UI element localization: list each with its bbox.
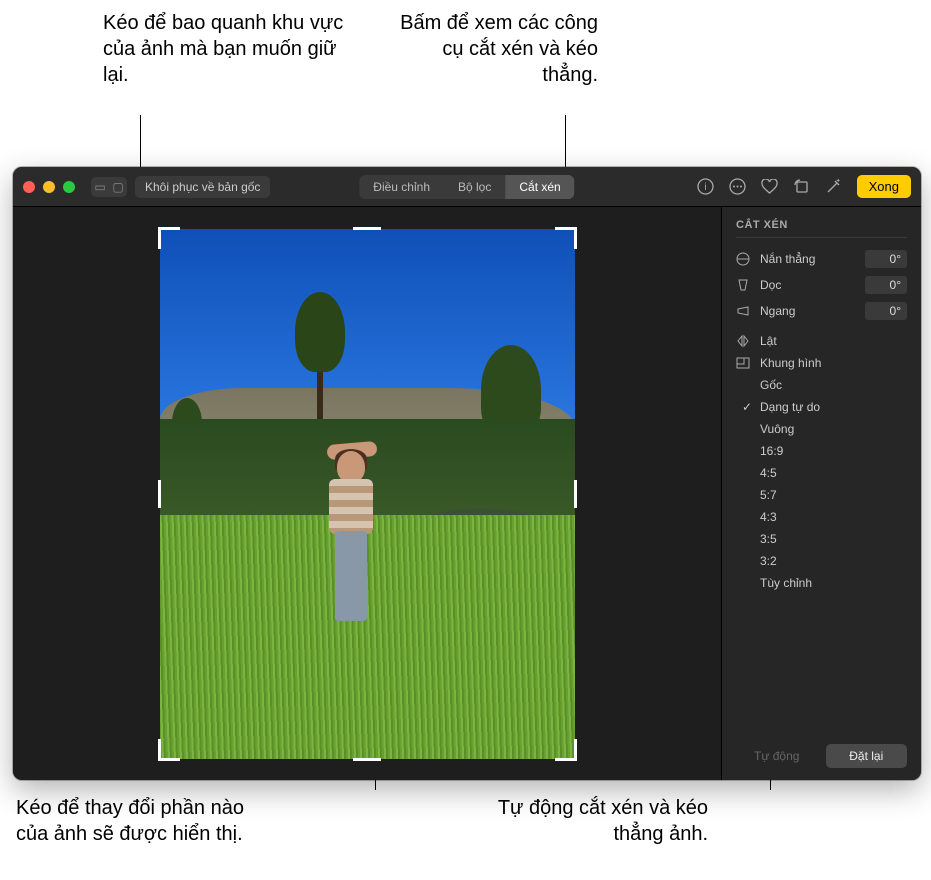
crop-handle-bottom-left[interactable]: [158, 739, 180, 761]
callout-crop-corner: Kéo để bao quanh khu vực của ảnh mà bạn …: [103, 10, 363, 88]
rotate-icon[interactable]: [793, 178, 811, 196]
crop-frame[interactable]: [160, 229, 575, 759]
aspect-3-5[interactable]: 3:5: [736, 528, 907, 550]
info-icon[interactable]: i: [697, 178, 715, 196]
crop-handle-top-right[interactable]: [555, 227, 577, 249]
leader-line: [565, 115, 566, 175]
single-view-icon: ▢: [109, 177, 127, 197]
sidebar-footer: Tự động Đặt lại: [736, 734, 907, 768]
aspect-5-7[interactable]: 5:7: [736, 484, 907, 506]
straighten-row[interactable]: Nắn thẳng 0°: [736, 246, 907, 272]
flip-icon: [736, 334, 752, 348]
aspect-freeform[interactable]: Dạng tự do: [736, 396, 907, 418]
toolbar: ▭ ▢ Khôi phục về bản gốc Điều chỉnh Bộ l…: [13, 167, 921, 207]
crop-sidebar: CẮT XÉN Nắn thẳng 0° Dọc 0° Ngang 0° Lật: [721, 207, 921, 780]
callout-auto: Tự động cắt xén và kéo thẳng ảnh.: [448, 795, 708, 847]
view-mode-toggle[interactable]: ▭ ▢: [91, 177, 127, 197]
straighten-value: 0°: [865, 250, 907, 268]
crop-handle-right[interactable]: [574, 480, 577, 508]
close-button[interactable]: [23, 181, 35, 193]
aspect-16-9[interactable]: 16:9: [736, 440, 907, 462]
aspect-4-3[interactable]: 4:3: [736, 506, 907, 528]
crop-handle-top[interactable]: [353, 227, 381, 230]
favorite-icon[interactable]: [761, 178, 779, 196]
minimize-button[interactable]: [43, 181, 55, 193]
editor-body: CẮT XÉN Nắn thẳng 0° Dọc 0° Ngang 0° Lật: [13, 207, 921, 780]
aspect-header-row: Khung hình: [736, 352, 907, 374]
svg-text:i: i: [705, 182, 707, 193]
vertical-value: 0°: [865, 276, 907, 294]
flip-label: Lật: [760, 334, 907, 348]
crop-handle-bottom[interactable]: [353, 758, 381, 761]
callout-crop-edge: Kéo để thay đổi phần nào của ảnh sẽ được…: [16, 795, 276, 847]
window-controls: [23, 181, 75, 193]
fullscreen-button[interactable]: [63, 181, 75, 193]
aspect-icon: [736, 357, 752, 369]
tab-adjust[interactable]: Điều chỉnh: [359, 175, 444, 199]
auto-button[interactable]: Tự động: [736, 744, 818, 768]
horizontal-row[interactable]: Ngang 0°: [736, 298, 907, 324]
toolbar-right: i Xong: [697, 175, 911, 198]
auto-enhance-icon[interactable]: [825, 178, 843, 196]
flip-row[interactable]: Lật: [736, 330, 907, 352]
vertical-label: Dọc: [760, 278, 857, 292]
photo-canvas: [13, 207, 721, 780]
reset-button[interactable]: Đặt lại: [826, 744, 908, 768]
vertical-perspective-icon: [736, 278, 752, 292]
vertical-row[interactable]: Dọc 0°: [736, 272, 907, 298]
crop-handle-left[interactable]: [158, 480, 161, 508]
callout-crop-tab: Bấm để xem các công cụ cắt xén và kéo th…: [398, 10, 598, 88]
revert-button[interactable]: Khôi phục về bản gốc: [135, 176, 270, 198]
horizontal-perspective-icon: [736, 304, 752, 318]
done-button[interactable]: Xong: [857, 175, 911, 198]
crop-handle-bottom-right[interactable]: [555, 739, 577, 761]
aspect-header-label: Khung hình: [760, 356, 907, 370]
aspect-4-5[interactable]: 4:5: [736, 462, 907, 484]
aspect-square[interactable]: Vuông: [736, 418, 907, 440]
horizontal-value: 0°: [865, 302, 907, 320]
tab-filters[interactable]: Bộ lọc: [444, 175, 505, 199]
photo-tree: [305, 292, 335, 432]
horizontal-label: Ngang: [760, 304, 857, 318]
grid-view-icon: ▭: [91, 177, 109, 197]
straighten-label: Nắn thẳng: [760, 252, 857, 266]
photo-subject-person: [317, 451, 387, 631]
edit-mode-tabs: Điều chỉnh Bộ lọc Cắt xén: [359, 175, 574, 199]
straighten-icon: [736, 252, 752, 266]
photos-edit-window: ▭ ▢ Khôi phục về bản gốc Điều chỉnh Bộ l…: [13, 167, 921, 780]
tab-crop[interactable]: Cắt xén: [505, 175, 574, 199]
aspect-3-2[interactable]: 3:2: [736, 550, 907, 572]
aspect-custom[interactable]: Tùy chỉnh: [736, 572, 907, 594]
sidebar-title: CẮT XÉN: [736, 219, 907, 238]
aspect-original[interactable]: Gốc: [736, 374, 907, 396]
more-icon[interactable]: [729, 178, 747, 196]
crop-handle-top-left[interactable]: [158, 227, 180, 249]
